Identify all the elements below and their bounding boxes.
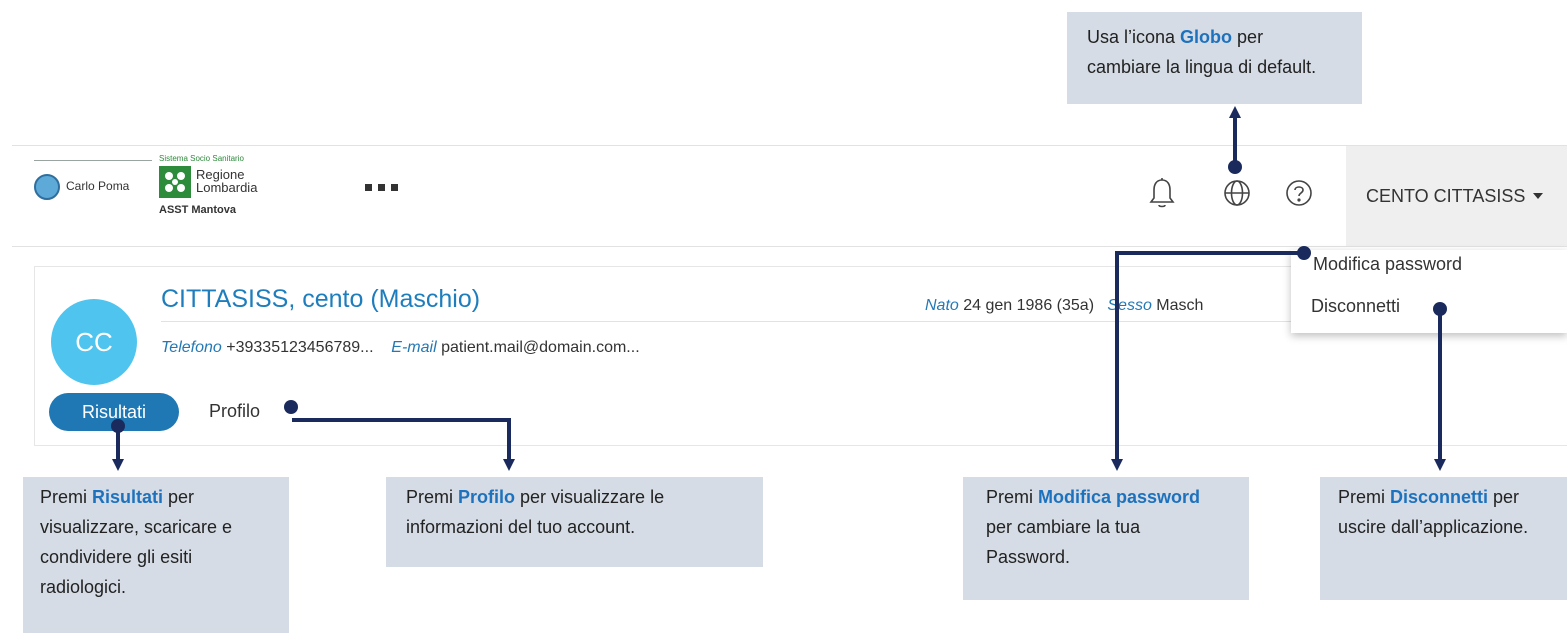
connector-profilo-arrow: [503, 459, 515, 471]
callout-globe-bold: Globo: [1180, 27, 1233, 47]
globe-icon[interactable]: [1212, 168, 1262, 218]
phone-value: +39335123456789...: [226, 339, 374, 356]
connector-globe-line: [1233, 116, 1237, 166]
connector-password-vline: [1115, 251, 1119, 462]
avatar: CC: [51, 299, 137, 385]
callout-profilo-pre: Premi: [406, 487, 459, 507]
menu-item-disconnetti[interactable]: Disconnetti: [1311, 296, 1400, 317]
user-menu-button[interactable]: CENTO CITTASISS: [1346, 146, 1567, 246]
callout-risultati: Premi Risultati per visualizzare, scaric…: [23, 477, 289, 633]
user-menu-label: CENTO CITTASISS: [1366, 185, 1526, 206]
callout-globe: Usa l’icona Globo per cambiare la lingua…: [1067, 12, 1362, 104]
phone-label: Telefono: [161, 339, 222, 356]
callout-risultati-bold: Risultati: [92, 487, 164, 507]
connector-profilo-hline: [292, 418, 511, 422]
callout-risultati-pre: Premi: [40, 487, 93, 507]
bell-icon[interactable]: [1137, 168, 1187, 218]
connector-password-hline: [1115, 251, 1301, 255]
connector-profilo-vline: [507, 418, 511, 462]
brand-left-text: Carlo Poma: [66, 179, 130, 193]
born-label: Nato: [925, 297, 959, 314]
born-value: 24 gen 1986 (35a): [963, 297, 1095, 314]
callout-profilo-bold: Profilo: [458, 487, 516, 507]
callout-logout-bold: Disconnetti: [1390, 487, 1489, 507]
connector-risultati-line: [116, 428, 120, 462]
menu-item-modifica-password[interactable]: Modifica password: [1313, 244, 1462, 284]
callout-logout-pre: Premi: [1338, 487, 1391, 507]
user-dropdown-menu: Modifica password Disconnetti: [1291, 250, 1567, 333]
connector-profilo-dot: [284, 400, 298, 414]
connector-globe-dot: [1228, 160, 1242, 174]
help-icon[interactable]: [1274, 168, 1324, 218]
connector-password-arrow: [1111, 459, 1123, 471]
patient-birth: Nato 24 gen 1986 (35a) Sesso Masch: [925, 297, 1203, 315]
brand-tagline: Sistema Socio Sanitario: [159, 154, 244, 163]
callout-password-post: per cambiare la tua Password.: [986, 517, 1141, 567]
connector-logout-line: [1438, 310, 1442, 462]
callout-password-pre: Premi: [986, 487, 1039, 507]
callout-password: Premi Modifica password per cambiare la …: [963, 477, 1249, 600]
card-divider: [161, 321, 1296, 322]
callout-globe-pre: Usa l’icona: [1087, 27, 1181, 47]
caret-down-icon: [1533, 193, 1544, 199]
app-header: Carlo Poma Sistema Socio Sanitario Regio…: [12, 145, 1567, 247]
callout-password-bold: Modifica password: [1038, 487, 1201, 507]
brand-region-line2: Lombardia: [196, 180, 258, 195]
email-value: patient.mail@domain.com...: [441, 339, 640, 356]
app-launcher-icon[interactable]: [365, 184, 398, 191]
connector-logout-arrow: [1434, 459, 1446, 471]
carlo-poma-logo: [34, 174, 60, 200]
logo-rule: [34, 160, 152, 161]
email-label: E-mail: [391, 339, 437, 356]
tab-profilo[interactable]: Profilo: [209, 401, 260, 422]
lombardia-logo: [159, 166, 191, 198]
patient-name: CITTASISS, cento (Maschio): [161, 285, 481, 313]
sex-value: Masch: [1156, 297, 1204, 314]
patient-contacts: Telefono +39335123456789... E-mail patie…: [161, 339, 640, 357]
connector-risultati-arrow: [112, 459, 124, 471]
callout-profilo: Premi Profilo per visualizzare le inform…: [386, 477, 763, 567]
brand-asst: ASST Mantova: [159, 204, 237, 216]
callout-logout: Premi Disconnetti per uscire dall’applic…: [1320, 477, 1567, 600]
